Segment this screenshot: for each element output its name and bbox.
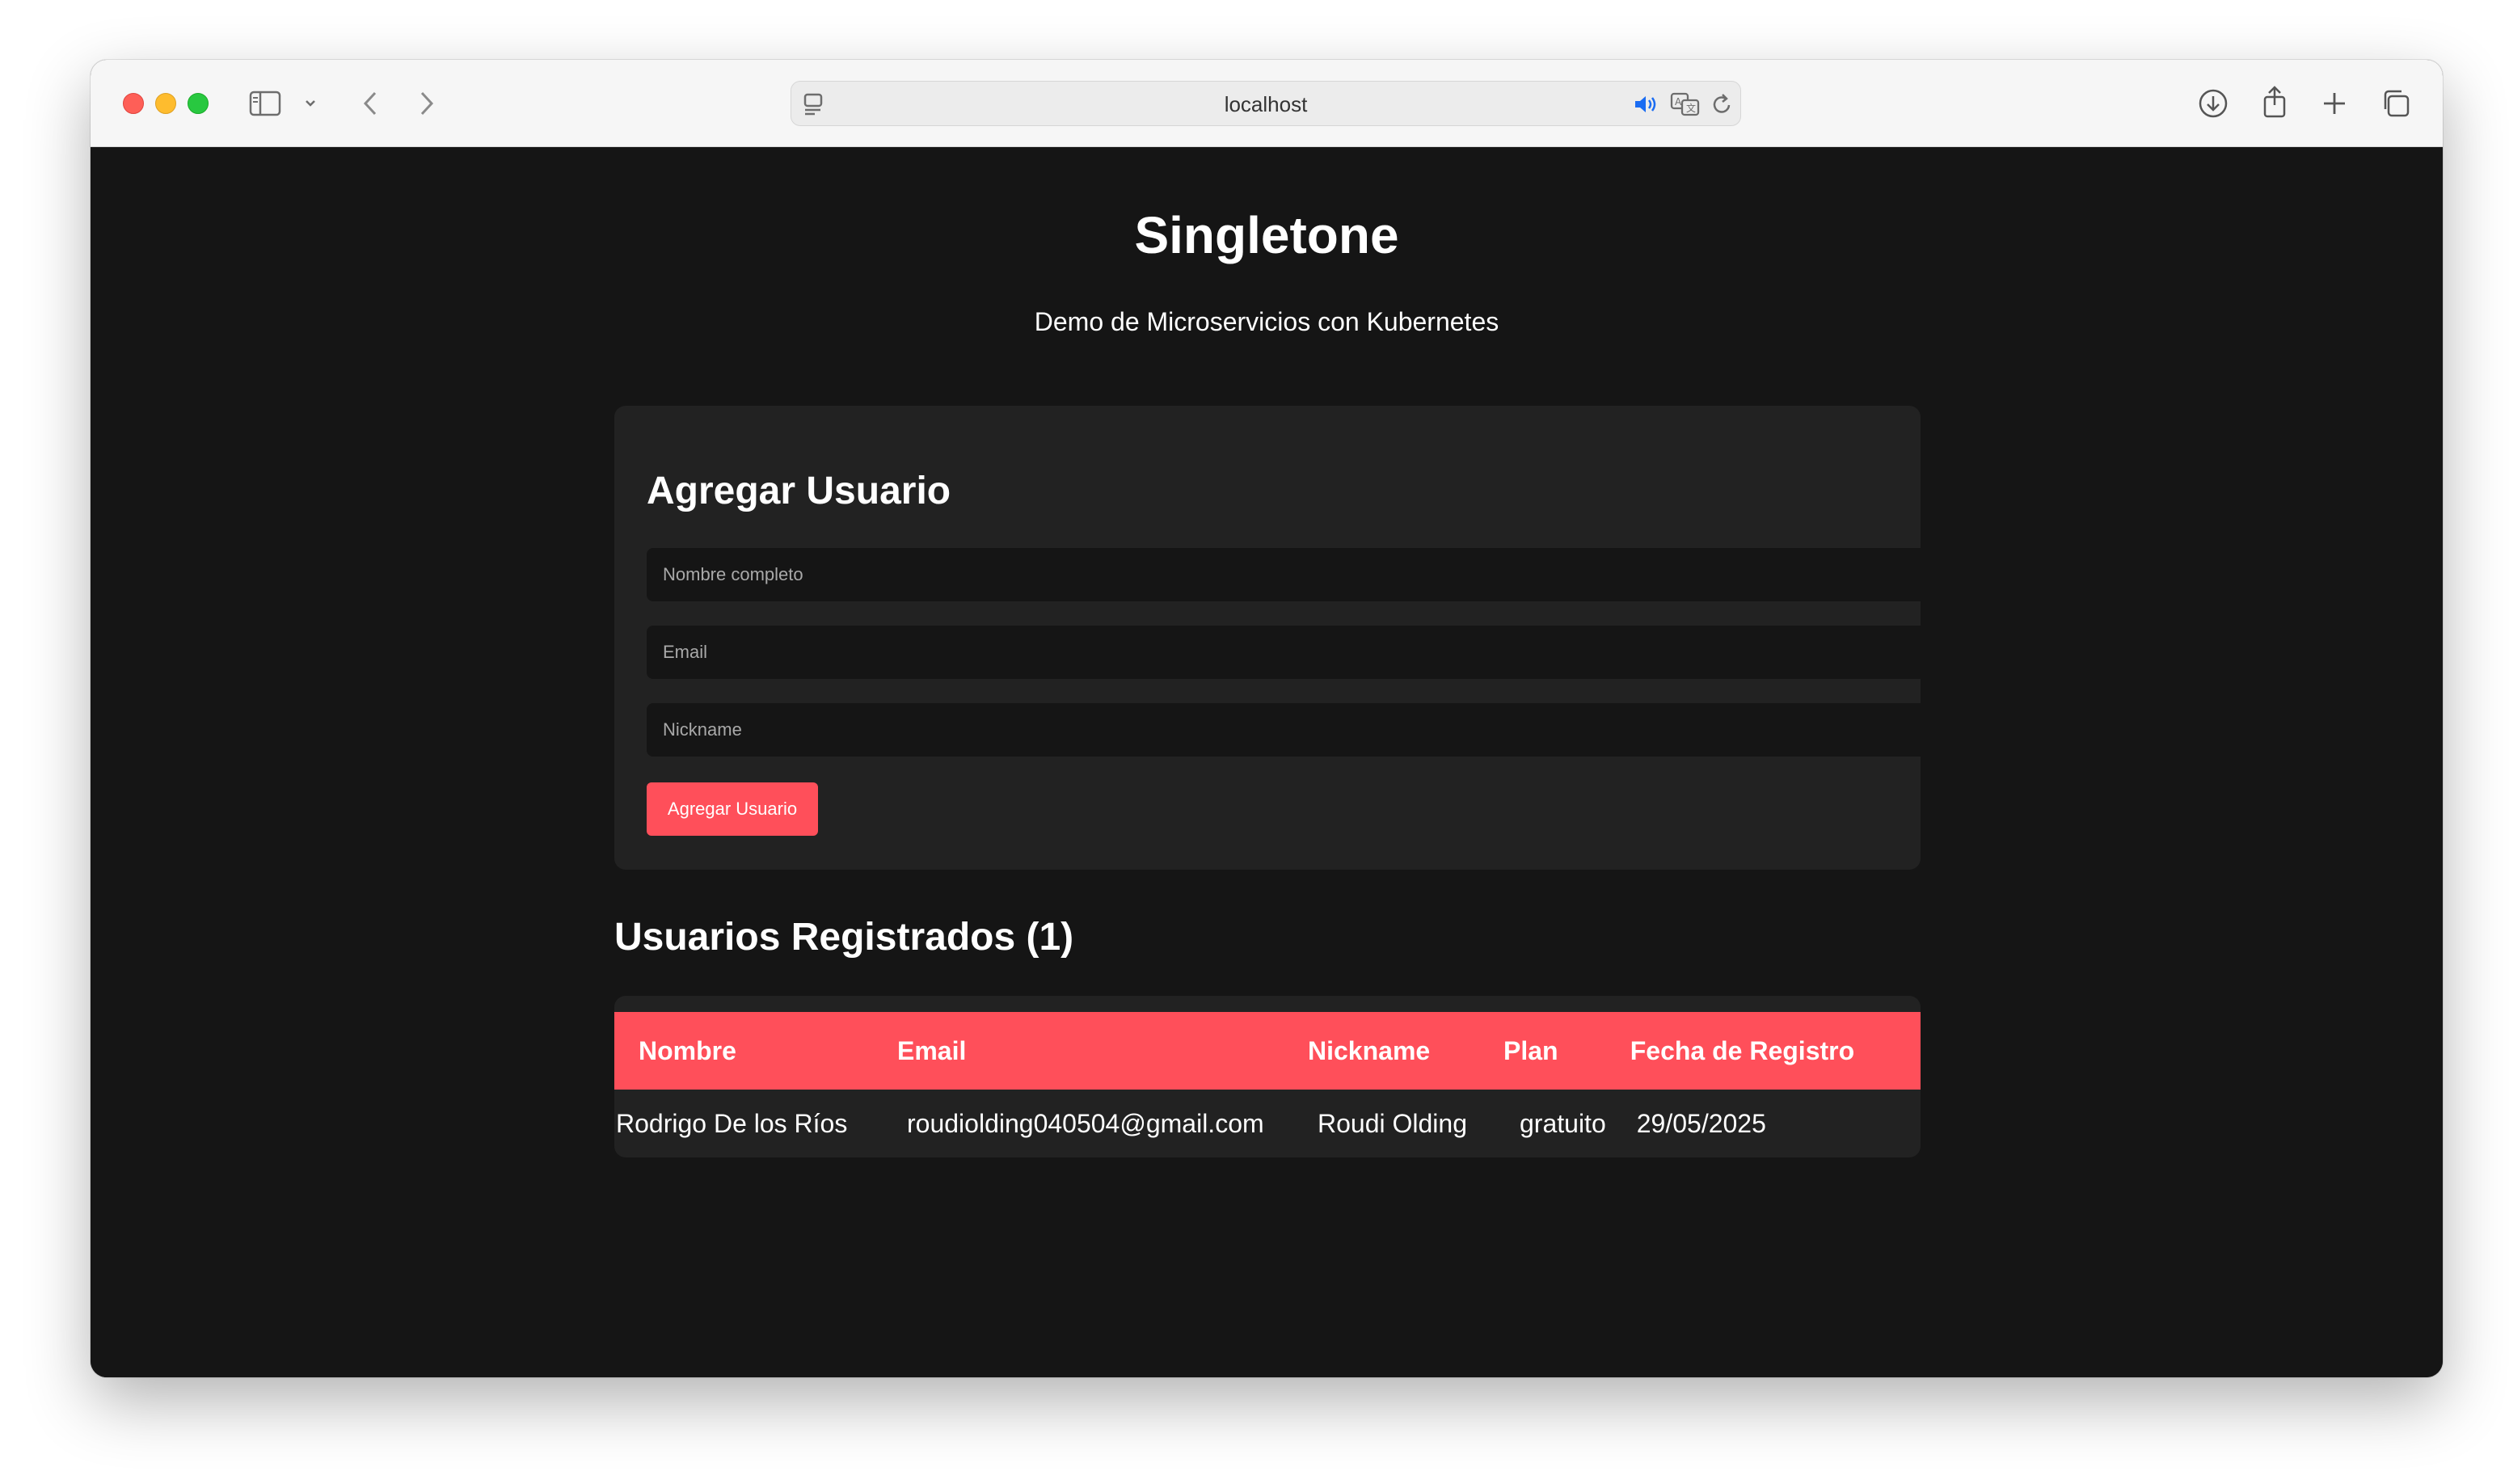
- table-row: Rodrigo De los Ríos roudiolding040504@gm…: [614, 1090, 1921, 1157]
- tab-overview-icon[interactable]: [2378, 86, 2414, 121]
- share-icon[interactable]: [2257, 82, 2292, 121]
- browser-toolbar: localhost A文: [91, 60, 2443, 147]
- full-name-input[interactable]: [647, 548, 1921, 601]
- table-header-row: Nombre Email Nickname Plan Fecha de Regi…: [614, 1012, 1921, 1090]
- column-header-plan: Plan: [1503, 1035, 1558, 1065]
- users-table: Nombre Email Nickname Plan Fecha de Regi…: [614, 1012, 1921, 1157]
- app-title: Singletone: [1134, 206, 1399, 264]
- add-user-button[interactable]: Agregar Usuario: [647, 782, 818, 836]
- email-input[interactable]: [647, 626, 1921, 679]
- new-tab-plus-icon[interactable]: [2318, 87, 2351, 120]
- cell-date: 29/05/2025: [1636, 1108, 1766, 1138]
- browser-window: localhost A文 Singletone Demo de Microser…: [91, 60, 2443, 1377]
- cell-email: roudiolding040504@gmail.com: [907, 1108, 1264, 1138]
- users-table-container: Nombre Email Nickname Plan Fecha de Regi…: [614, 996, 1921, 1157]
- column-header-date: Fecha de Registro: [1630, 1035, 1855, 1065]
- cell-nickname: Roudi Olding: [1318, 1108, 1467, 1138]
- cell-plan: gratuito: [1520, 1108, 1606, 1138]
- column-header-nickname: Nickname: [1308, 1035, 1431, 1065]
- column-header-email: Email: [897, 1035, 967, 1065]
- maximize-window-button[interactable]: [188, 93, 209, 114]
- translate-icon[interactable]: A文: [1669, 90, 1701, 119]
- back-arrow-icon[interactable]: [356, 89, 385, 118]
- url-text[interactable]: localhost: [791, 82, 1740, 127]
- nickname-input[interactable]: [647, 703, 1921, 757]
- add-user-form: Agregar Usuario Agregar Usuario: [614, 406, 1921, 870]
- column-header-name: Nombre: [639, 1035, 736, 1065]
- page-content: Singletone Demo de Microservicios con Ku…: [91, 147, 2443, 1377]
- minimize-window-button[interactable]: [155, 93, 176, 114]
- speaker-icon[interactable]: [1632, 91, 1659, 117]
- svg-text:文: 文: [1686, 102, 1696, 114]
- address-bar[interactable]: localhost A文: [791, 81, 1741, 126]
- cell-name: Rodrigo De los Ríos: [616, 1108, 848, 1138]
- reload-icon[interactable]: [1710, 91, 1735, 117]
- chevron-down-icon[interactable]: [302, 95, 318, 112]
- registered-users-title: Usuarios Registrados (1): [614, 916, 1074, 959]
- app-subtitle: Demo de Microservicios con Kubernetes: [1034, 307, 1499, 336]
- form-title: Agregar Usuario: [647, 470, 951, 512]
- svg-text:A: A: [1675, 96, 1682, 108]
- sidebar-toggle-icon[interactable]: [247, 89, 283, 118]
- forward-arrow-icon[interactable]: [412, 89, 441, 118]
- download-icon[interactable]: [2195, 86, 2231, 121]
- close-window-button[interactable]: [123, 93, 144, 114]
